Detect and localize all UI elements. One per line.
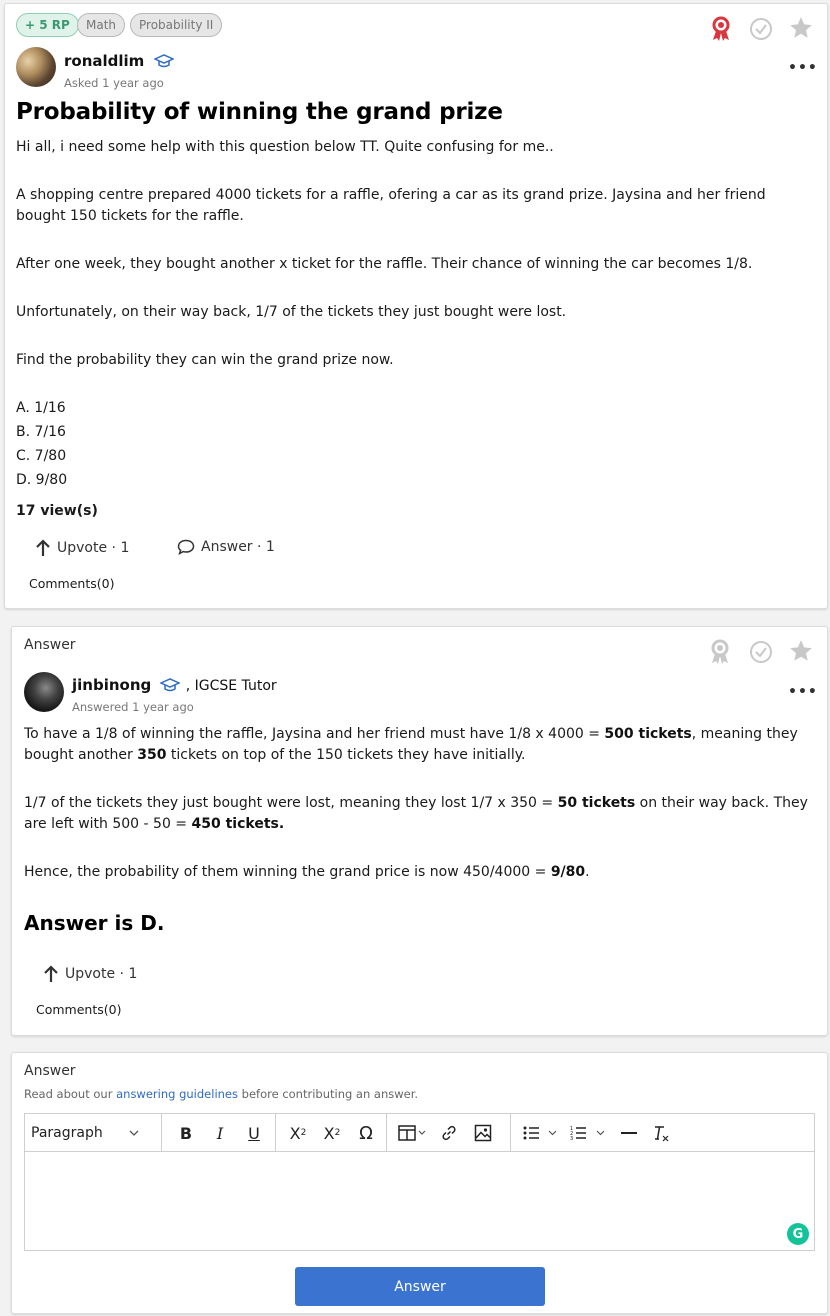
star-icon[interactable] <box>788 638 814 664</box>
answer-text: Hence, the probability of them winning t… <box>24 864 590 880</box>
image-icon[interactable] <box>469 1118 497 1148</box>
page-title: Probability of winning the grand prize <box>16 99 503 125</box>
arrow-up-icon <box>44 965 58 982</box>
comments-link[interactable]: Comments(0) <box>29 576 114 591</box>
subscript-icon[interactable]: X2 <box>318 1118 346 1148</box>
editor-toolbar: Paragraph B I U X2 X2 Ω 1 2 3 <box>25 1114 814 1152</box>
answer-button[interactable]: Answer · 1 <box>177 539 275 555</box>
question-text: Find the probability they can win the gr… <box>16 352 394 368</box>
paragraph-style-select[interactable]: Paragraph <box>25 1118 145 1148</box>
question-text: bought 150 tickets for the raffle. <box>16 208 244 224</box>
award-ribbon-icon[interactable] <box>707 639 733 665</box>
bulleted-list-icon[interactable] <box>519 1118 563 1148</box>
italic-icon[interactable]: I <box>206 1118 234 1148</box>
clear-formatting-icon[interactable] <box>647 1118 675 1148</box>
answer-text: bought another 350 tickets on top of the… <box>24 747 526 763</box>
bold-icon[interactable]: B <box>172 1118 200 1148</box>
option-b: B. 7/16 <box>16 424 66 440</box>
author-name[interactable]: ronaldlim <box>64 52 174 70</box>
question-text: After one week, they bought another x ti… <box>16 256 753 272</box>
option-a: A. 1/16 <box>16 400 66 416</box>
answer-heading: Answer <box>24 637 76 653</box>
author-name-text[interactable]: ronaldlim <box>64 52 144 70</box>
arrow-up-icon <box>36 539 50 556</box>
question-text: Hi all, i need some help with this quest… <box>16 139 554 155</box>
rich-text-editor: Paragraph B I U X2 X2 Ω 1 2 3 G <box>24 1113 815 1251</box>
underline-icon[interactable]: U <box>240 1118 268 1148</box>
asked-time: Asked 1 year ago <box>64 76 164 90</box>
avatar[interactable] <box>16 47 56 87</box>
submit-answer-button[interactable]: Answer <box>295 1267 545 1306</box>
star-icon[interactable] <box>788 15 814 41</box>
answer-count-label: Answer · 1 <box>201 539 275 555</box>
avatar[interactable] <box>24 672 64 712</box>
answered-time: Answered 1 year ago <box>72 700 194 714</box>
more-options-icon[interactable]: ••• <box>788 60 818 76</box>
answer-text: To have a 1/8 of winning the raffle, Jay… <box>24 726 798 742</box>
answer-text: 1/7 of the tickets they just bought were… <box>24 795 808 811</box>
upvote-button[interactable]: Upvote · 1 <box>43 965 137 983</box>
answer-card: Answer jinbinong , IGCSE Tutor Answered … <box>11 626 828 1036</box>
author-role: , IGCSE Tutor <box>185 678 277 694</box>
check-circle-icon[interactable] <box>748 16 774 42</box>
guidelines-note: Read about our answering guidelines befo… <box>24 1087 419 1101</box>
graduation-cap-icon <box>160 678 181 692</box>
link-icon[interactable] <box>435 1118 463 1148</box>
subject-tag[interactable]: Math <box>77 13 126 37</box>
numbered-list-icon[interactable]: 123 <box>567 1118 611 1148</box>
speech-bubble-icon <box>177 539 195 555</box>
author-name-text[interactable]: jinbinong <box>72 676 151 694</box>
graduation-cap-icon <box>153 54 174 68</box>
question-text: A shopping centre prepared 4000 tickets … <box>16 187 766 203</box>
reward-points-badge: + 5 RP <box>16 13 79 37</box>
check-circle-icon[interactable] <box>748 639 774 665</box>
more-options-icon[interactable]: ••• <box>788 684 818 700</box>
answer-text: are left with 500 - 50 = 450 tickets. <box>24 816 285 832</box>
author-name[interactable]: jinbinong , IGCSE Tutor <box>72 676 277 694</box>
answer-text-area[interactable]: G <box>25 1152 814 1250</box>
guidelines-link[interactable]: answering guidelines <box>116 1087 238 1101</box>
topic-tag[interactable]: Probability II <box>130 13 223 37</box>
editor-heading: Answer <box>24 1063 76 1079</box>
option-c: C. 7/80 <box>16 448 67 464</box>
superscript-icon[interactable]: X2 <box>284 1118 312 1148</box>
table-icon[interactable] <box>395 1118 429 1148</box>
award-ribbon-icon[interactable] <box>708 16 734 42</box>
comments-link[interactable]: Comments(0) <box>36 1002 121 1017</box>
option-d: D. 9/80 <box>16 472 68 488</box>
svg-text:3: 3 <box>570 1136 573 1141</box>
upvote-label: Upvote · 1 <box>65 966 138 982</box>
question-card: + 5 RP Math Probability II ronaldlim Ask… <box>4 3 828 609</box>
answer-editor-card: Answer Read about our answering guidelin… <box>11 1052 828 1314</box>
question-text: Unfortunately, on their way back, 1/7 of… <box>16 304 567 320</box>
horizontal-line-icon[interactable] <box>615 1118 643 1148</box>
chevron-down-icon <box>129 1130 139 1136</box>
upvote-button[interactable]: Upvote · 1 <box>35 539 129 557</box>
answer-conclusion: Answer is D. <box>24 911 165 935</box>
special-character-icon[interactable]: Ω <box>352 1118 380 1148</box>
upvote-label: Upvote · 1 <box>57 540 130 556</box>
view-count: 17 view(s) <box>16 503 98 519</box>
grammarly-icon[interactable]: G <box>787 1223 809 1245</box>
